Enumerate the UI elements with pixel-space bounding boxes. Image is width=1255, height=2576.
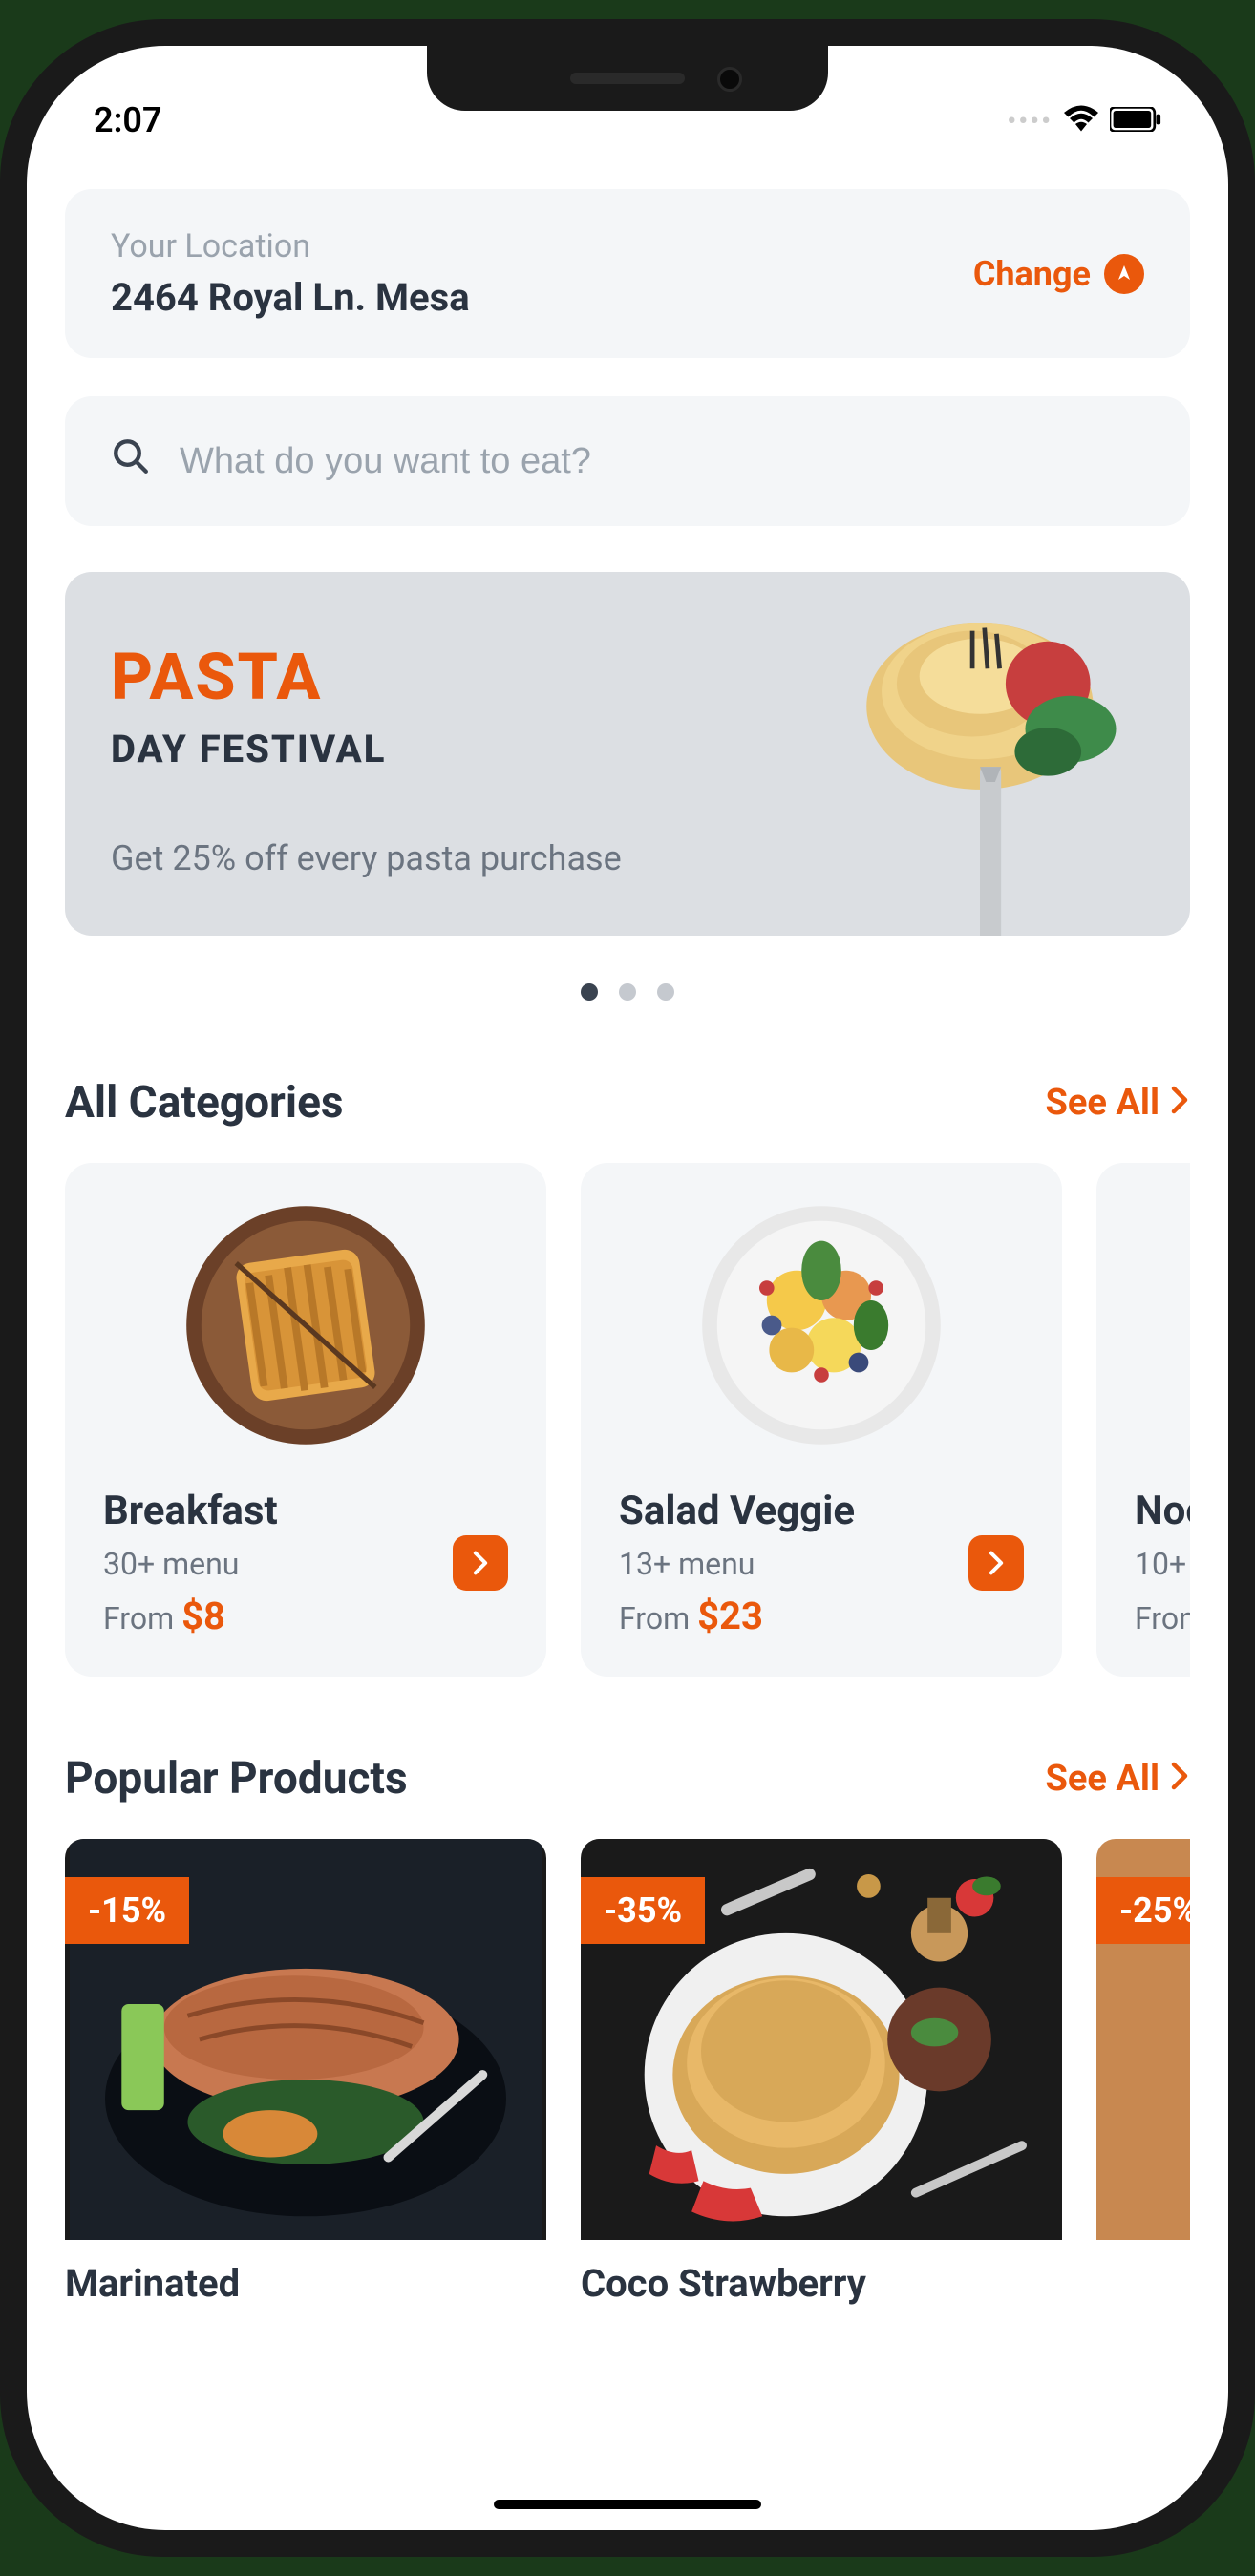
location-address: 2464 Royal Ln. Mesa [111,275,470,320]
search-icon [111,436,151,486]
change-location-button[interactable]: Change [973,254,1144,294]
price-from: From [103,1600,181,1636]
category-menu-count: 10+ [1135,1546,1190,1582]
product-card-partial[interactable]: -25% [1096,1839,1190,2309]
category-menu-count: 13+ menu [619,1546,1024,1582]
chevron-right-icon [1169,1082,1190,1124]
search-input[interactable] [180,441,1144,482]
location-card: Your Location 2464 Royal Ln. Mesa Change [65,189,1190,358]
see-all-label: See All [1045,1082,1159,1124]
categories-title: All Categories [65,1077,344,1129]
category-name: Breakfast [103,1488,508,1534]
home-indicator[interactable] [494,2500,761,2509]
salad-image [697,1201,946,1449]
breakfast-image [181,1201,430,1449]
battery-icon [1110,100,1161,140]
see-all-label: See All [1045,1758,1159,1800]
dot-1[interactable] [581,983,598,1001]
category-card-partial[interactable]: Noo 10+ Fron [1096,1163,1190,1677]
category-arrow-button[interactable] [453,1535,508,1591]
dot-3[interactable] [657,983,674,1001]
category-name: Salad Veggie [619,1488,1024,1534]
navigation-icon [1104,254,1144,294]
wifi-icon [1064,100,1098,140]
discount-badge: -35% [581,1877,705,1944]
discount-badge: -15% [65,1877,189,1944]
cellular-icon: •••• [1007,105,1053,137]
status-time: 2:07 [94,100,162,140]
category-name: Noo [1135,1488,1190,1534]
product-card-pancake[interactable]: -35% [581,1839,1062,2309]
pancake-image: -35% [581,1839,1062,2240]
promo-banner[interactable]: PASTA DAY FESTIVAL Get 25% off every pas… [65,572,1190,936]
discount-badge: -25% [1096,1877,1190,1944]
salmon-image: -15% [65,1839,546,2240]
search-box[interactable] [65,396,1190,526]
carousel-dots[interactable] [65,983,1190,1001]
see-all-categories-button[interactable]: See All [1045,1082,1190,1124]
dot-2[interactable] [619,983,636,1001]
price-from: Fron [1135,1600,1190,1636]
see-all-products-button[interactable]: See All [1045,1758,1190,1800]
product-name: Coco Strawberry [581,2259,1062,2309]
chevron-right-icon [1169,1758,1190,1800]
change-label: Change [973,254,1091,294]
location-label: Your Location [111,227,470,265]
product-name: Marinated [65,2259,546,2309]
popular-title: Popular Products [65,1753,408,1805]
category-arrow-button[interactable] [968,1535,1024,1591]
category-card-breakfast[interactable]: Breakfast 30+ menu From $8 [65,1163,546,1677]
price-from: From [619,1600,697,1636]
price-value: $23 [697,1594,763,1638]
food-image: -25% [1096,1839,1190,2240]
category-menu-count: 30+ menu [103,1546,508,1582]
product-card-salmon[interactable]: -15% [65,1839,546,2309]
pasta-image [827,601,1133,936]
category-card-salad[interactable]: Salad Veggie 13+ menu From $23 [581,1163,1062,1677]
price-value: $8 [181,1594,225,1638]
